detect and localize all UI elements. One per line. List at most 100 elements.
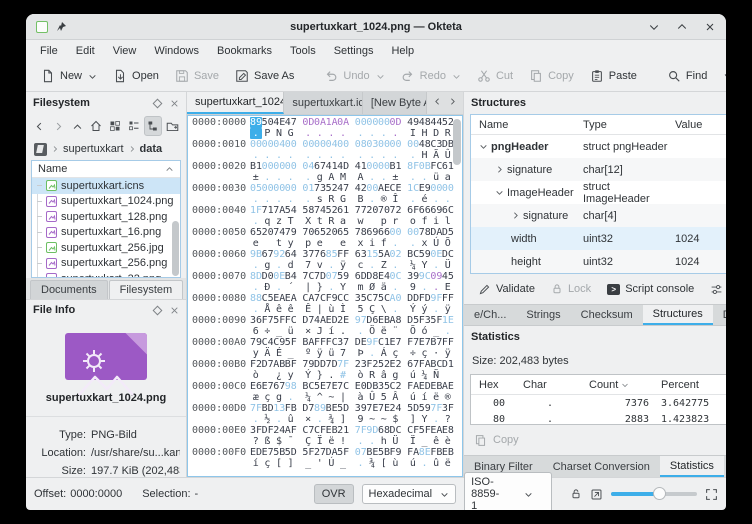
- hex-byte-row[interactable]: 0000:00C0 E6 E7 67 98 BC 5E 7E 7C E0 DB 35 C2 FA ED EB A…: [192, 381, 462, 392]
- hex-char[interactable]: f: [378, 238, 390, 249]
- hex-char[interactable]: .: [419, 172, 431, 183]
- hex-byte[interactable]: 27: [314, 447, 326, 458]
- hex-byte[interactable]: 5F: [337, 447, 349, 458]
- filesystem-item[interactable]: supertuxkart_1024.png: [32, 194, 180, 210]
- hex-char[interactable]: .: [407, 150, 419, 161]
- hex-char[interactable]: H: [419, 128, 431, 139]
- hex-char[interactable]: Û: [366, 392, 378, 403]
- hex-byte[interactable]: 61: [337, 205, 349, 216]
- hex-byte[interactable]: 8D: [250, 271, 262, 282]
- hex-byte[interactable]: EB: [430, 381, 442, 392]
- hex-byte[interactable]: EA: [430, 425, 442, 436]
- hex-byte[interactable]: 0B: [419, 161, 431, 172]
- hex-byte[interactable]: 42: [355, 183, 367, 194]
- hex-char[interactable]: ¼: [302, 392, 314, 403]
- hex-byte[interactable]: 0E: [273, 271, 285, 282]
- hex-byte[interactable]: 00: [285, 139, 297, 150]
- hex-byte[interactable]: 92: [273, 249, 285, 260]
- hex-char[interactable]: .: [250, 194, 262, 205]
- hex-char[interactable]: Ä: [262, 348, 274, 359]
- hex-byte[interactable]: 69: [430, 205, 442, 216]
- filesystem-item[interactable]: supertuxkart.icns: [32, 178, 180, 194]
- copy-button[interactable]: Copy: [522, 65, 581, 87]
- hex-byte[interactable]: 61: [442, 161, 454, 172]
- hex-char[interactable]: .: [250, 260, 262, 271]
- script-console-button[interactable]: > Script console: [601, 279, 700, 299]
- hex-char-row[interactable]: í ç[] _ ' Ú _. ¾[ù ú. û ë: [192, 458, 462, 469]
- hex-char[interactable]: ÿ: [442, 348, 454, 359]
- hex-byte[interactable]: 59: [337, 271, 349, 282]
- hex-scrollbar[interactable]: [453, 119, 461, 165]
- hex-byte[interactable]: 9F: [366, 337, 378, 348]
- hex-char[interactable]: ¿: [273, 370, 285, 381]
- hex-char[interactable]: e: [250, 238, 262, 249]
- hex-byte[interactable]: FC: [285, 315, 297, 326]
- hex-byte[interactable]: 67: [273, 381, 285, 392]
- hex-byte[interactable]: 7F: [430, 403, 442, 414]
- hex-char[interactable]: D: [430, 128, 442, 139]
- up-button[interactable]: [69, 116, 87, 136]
- hex-byte[interactable]: 66: [419, 205, 431, 216]
- hex-char[interactable]: N: [273, 128, 285, 139]
- hex-byte[interactable]: 67: [407, 359, 419, 370]
- hex-byte[interactable]: 7D: [326, 359, 338, 370]
- document-tab[interactable]: [New Byte Arra: [363, 92, 427, 114]
- hex-char[interactable]: s: [314, 194, 326, 205]
- hex-char[interactable]: e: [314, 238, 326, 249]
- hex-byte[interactable]: 59: [419, 403, 431, 414]
- settings-button[interactable]: Settings: [704, 279, 726, 300]
- hex-byte-row[interactable]: 0000:0040 1F 71 7A 54 58 74 52 61 77 20 70 72 6F 66 69 6…: [192, 205, 462, 216]
- hex-char[interactable]: [262, 238, 274, 249]
- hex-char[interactable]: ò: [250, 370, 262, 381]
- hex-byte[interactable]: CF: [314, 425, 326, 436]
- hex-byte[interactable]: 09: [430, 271, 442, 282]
- hex-char[interactable]: ü: [326, 348, 338, 359]
- hex-char[interactable]: .: [250, 304, 262, 315]
- hex-char[interactable]: í: [250, 458, 262, 469]
- hex-char[interactable]: _: [273, 326, 285, 337]
- hex-byte[interactable]: 74: [273, 227, 285, 238]
- hex-byte[interactable]: 59: [419, 249, 431, 260]
- detail-view-button[interactable]: [125, 116, 143, 136]
- hex-byte[interactable]: 7C: [302, 271, 314, 282]
- hex-byte[interactable]: 00: [355, 117, 367, 128]
- hex-byte[interactable]: 00: [262, 139, 274, 150]
- hex-byte[interactable]: A0: [390, 293, 402, 304]
- hex-byte[interactable]: 98: [285, 381, 297, 392]
- hex-char[interactable]: !: [337, 436, 349, 447]
- hex-char[interactable]: y: [250, 348, 262, 359]
- hex-byte-row[interactable]: 0000:0010 00 00 04 00 00 00 04 00 08 03 00 00 00 48 C3 D…: [192, 139, 462, 150]
- hex-char[interactable]: Ì: [337, 304, 349, 315]
- hex-char[interactable]: .: [407, 172, 419, 183]
- hex-char[interactable]: m: [355, 282, 367, 293]
- filesystem-item[interactable]: supertuxkart_256.png: [32, 256, 180, 272]
- hex-char[interactable]: í: [326, 326, 338, 337]
- hex-char[interactable]: A: [326, 172, 338, 183]
- hex-byte[interactable]: BE: [366, 447, 378, 458]
- hex-byte[interactable]: 48: [419, 117, 431, 128]
- redo-button[interactable]: Redo: [394, 65, 468, 87]
- hex-char[interactable]: y: [285, 370, 297, 381]
- validate-button[interactable]: Validate: [472, 279, 541, 300]
- hex-char[interactable]: ú: [407, 370, 419, 381]
- hex-char[interactable]: .: [366, 150, 378, 161]
- expander-open-icon[interactable]: [495, 188, 504, 197]
- hex-byte[interactable]: DB: [366, 381, 378, 392]
- hex-char[interactable]: Ý: [302, 370, 314, 381]
- hex-byte[interactable]: EB: [378, 315, 390, 326]
- structures-table-header[interactable]: Name Type Value: [471, 115, 726, 135]
- hex-byte[interactable]: 4D: [337, 161, 349, 172]
- hex-byte[interactable]: 5D: [337, 403, 349, 414]
- expander-open-icon[interactable]: [479, 142, 488, 151]
- hex-char[interactable]: x: [355, 238, 367, 249]
- hex-char[interactable]: X: [302, 216, 314, 227]
- hex-char[interactable]: |: [337, 392, 349, 403]
- hex-byte-row[interactable]: 0000:0000 89 50 4E 47 0D 0A 1A 0A 00 00 00 0D 49 48 44 5…: [192, 117, 462, 128]
- hex-char[interactable]: .: [419, 458, 431, 469]
- hex-char[interactable]: \: [378, 304, 390, 315]
- filesystem-item[interactable]: supertuxkart_16.png: [32, 225, 180, 241]
- hex-byte[interactable]: 9D: [366, 425, 378, 436]
- menu-item-view[interactable]: View: [105, 43, 145, 59]
- hex-byte[interactable]: 00: [378, 139, 390, 150]
- zoom-slider-handle[interactable]: [653, 487, 666, 500]
